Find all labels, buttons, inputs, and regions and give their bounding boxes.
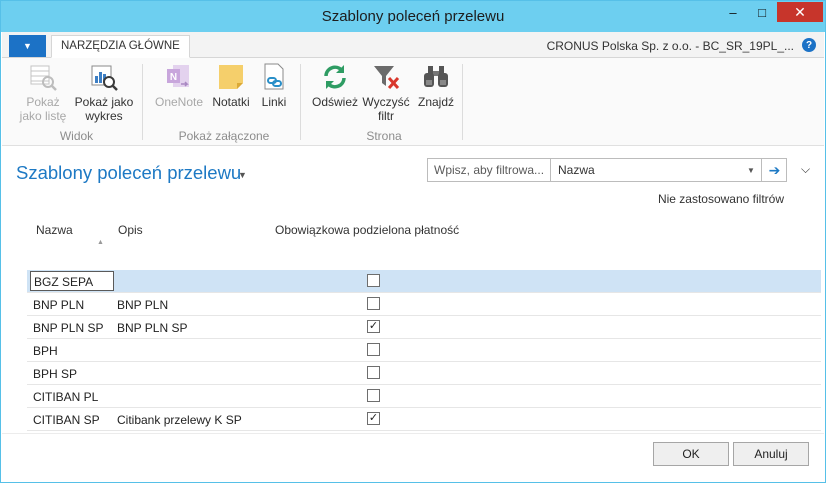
refresh-button[interactable]: Odśwież xyxy=(310,62,360,109)
column-header-split-payment[interactable]: Obowiązkowa podzielona płatność xyxy=(275,223,459,237)
notes-button[interactable]: Notatki xyxy=(208,62,254,109)
checkmark-icon: ✓ xyxy=(368,412,379,424)
dialog-window: Szablony poleceń przelewu – □ ✕ ▼ NARZĘD… xyxy=(0,0,826,483)
list-view-icon xyxy=(30,65,57,91)
refresh-icon xyxy=(324,65,346,89)
show-as-chart-button[interactable]: Pokaż jako wykres xyxy=(73,62,135,123)
ribbon-divider xyxy=(300,64,301,140)
maximize-button[interactable]: □ xyxy=(749,2,775,22)
data-grid: BGZ SEPA BNP PLN BNP PLN BNP PLN SP BNP … xyxy=(27,270,821,431)
caret-down-icon: ▼ xyxy=(23,41,32,51)
checkmark-icon: ✓ xyxy=(368,320,379,332)
split-payment-checkbox[interactable] xyxy=(367,343,380,356)
sort-ascending-icon: ▲ xyxy=(97,239,104,246)
column-header-name[interactable]: Nazwa xyxy=(36,223,73,237)
divider xyxy=(2,433,824,434)
table-row[interactable]: BGZ SEPA xyxy=(27,270,821,293)
cell-name[interactable]: BPH xyxy=(33,344,58,358)
table-row[interactable]: BNP PLN BNP PLN xyxy=(27,293,821,316)
filter-status: Nie zastosowano filtrów xyxy=(657,192,784,206)
chart-view-icon xyxy=(91,65,118,91)
links-button[interactable]: Linki xyxy=(256,62,292,109)
group-label-view: Widok xyxy=(59,129,94,143)
filter-field-select[interactable]: Nazwa xyxy=(558,163,595,177)
ok-button[interactable]: OK xyxy=(653,442,729,466)
ribbon-tab-row: ▼ NARZĘDZIA GŁÓWNE CRONUS Polska Sp. z o… xyxy=(2,32,824,58)
split-payment-checkbox[interactable] xyxy=(367,297,380,310)
chevron-down-icon[interactable]: ▼ xyxy=(747,166,755,175)
table-row[interactable]: CITIBAN SP Citibank przelewy K SP ✓ xyxy=(27,408,821,431)
window-title: Szablony poleceń przelewu xyxy=(321,8,505,25)
filter-box: Nazwa ▼ ➔ xyxy=(427,158,787,182)
group-label-page: Strona xyxy=(366,129,402,143)
app-menu-button[interactable]: ▼ xyxy=(9,35,46,57)
cell-name[interactable]: CITIBAN SP xyxy=(33,413,100,427)
cell-name[interactable]: CITIBAN PL xyxy=(33,390,98,404)
onenote-icon: N xyxy=(167,65,189,87)
cell-name[interactable]: BPH SP xyxy=(33,367,77,381)
ribbon-divider xyxy=(462,64,463,140)
title-bar[interactable]: Szablony poleceń przelewu – □ ✕ xyxy=(1,1,825,32)
column-header-description[interactable]: Opis xyxy=(118,223,143,237)
split-payment-checkbox[interactable] xyxy=(367,389,380,402)
split-payment-checkbox[interactable]: ✓ xyxy=(367,412,380,425)
apply-filter-button[interactable]: ➔ xyxy=(761,159,787,181)
onenote-button[interactable]: N OneNote xyxy=(153,62,205,109)
page-title[interactable]: Szablony poleceń przelewu xyxy=(16,162,241,184)
cell-description[interactable]: BNP PLN SP xyxy=(117,321,187,335)
binoculars-icon xyxy=(424,66,448,87)
collapse-chevron-icon[interactable]: ⌵ xyxy=(801,162,810,177)
split-payment-checkbox[interactable]: ✓ xyxy=(367,320,380,333)
notes-icon xyxy=(219,65,243,89)
group-label-show-attached: Pokaż załączone xyxy=(178,129,270,143)
ribbon: Pokaż jako listę Pokaż jako wykres Widok… xyxy=(2,58,824,146)
table-row[interactable]: BNP PLN SP BNP PLN SP ✓ xyxy=(27,316,821,339)
split-payment-checkbox[interactable] xyxy=(367,274,380,287)
show-as-list-button[interactable]: Pokaż jako listę xyxy=(16,62,70,123)
close-button[interactable]: ✕ xyxy=(777,2,823,22)
table-row[interactable]: BPH xyxy=(27,339,821,362)
cancel-button[interactable]: Anuluj xyxy=(733,442,809,466)
cell-name[interactable]: BNP PLN xyxy=(33,298,84,312)
links-icon xyxy=(264,63,284,90)
cell-description[interactable]: BNP PLN xyxy=(117,298,168,312)
cell-name[interactable]: BGZ SEPA xyxy=(30,271,114,291)
arrow-right-icon: ➔ xyxy=(768,161,781,178)
find-button[interactable]: Znajdź xyxy=(414,62,458,109)
clear-filter-button[interactable]: Wyczyść filtr xyxy=(362,62,410,123)
table-row[interactable]: BPH SP xyxy=(27,362,821,385)
filter-input[interactable] xyxy=(428,159,551,181)
svg-text:N: N xyxy=(170,72,177,83)
ribbon-divider xyxy=(142,64,143,140)
split-payment-checkbox[interactable] xyxy=(367,366,380,379)
table-row[interactable]: CITIBAN PL xyxy=(27,385,821,408)
tab-home[interactable]: NARZĘDZIA GŁÓWNE xyxy=(51,35,190,58)
cell-description[interactable]: Citibank przelewy K SP xyxy=(117,413,242,427)
clear-filter-icon xyxy=(374,66,400,90)
company-name[interactable]: CRONUS Polska Sp. z o.o. - BC_SR_19PL_..… xyxy=(547,39,794,53)
minimize-button[interactable]: – xyxy=(720,2,746,22)
help-icon[interactable]: ? xyxy=(802,38,816,52)
cell-name[interactable]: BNP PLN SP xyxy=(33,321,103,335)
chevron-down-icon[interactable]: ▼ xyxy=(238,170,247,180)
